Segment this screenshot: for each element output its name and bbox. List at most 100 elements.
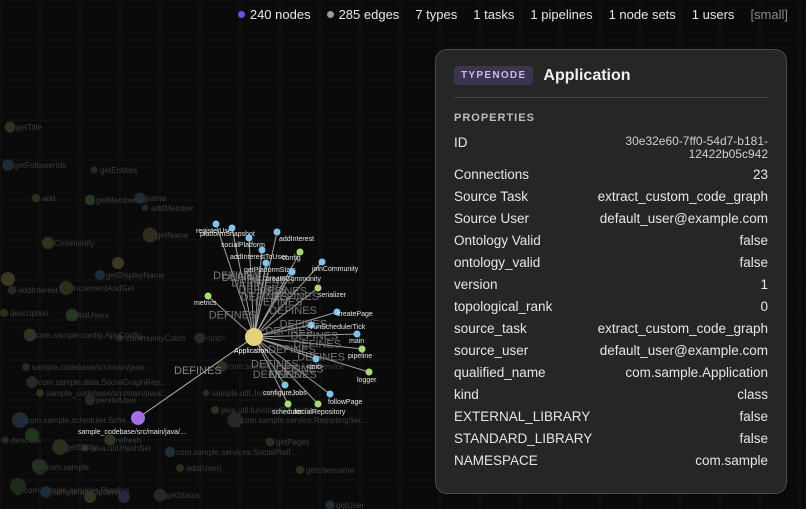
background-node-label: Community (54, 239, 94, 248)
background-node[interactable] (32, 459, 44, 471)
background-node[interactable] (153, 488, 167, 502)
file-node-label: sample_codebase/src/main/java/... (78, 429, 186, 436)
background-node-label: getName (156, 231, 189, 240)
graph-node[interactable] (326, 390, 334, 398)
graph-node[interactable] (314, 284, 322, 292)
file-node[interactable] (131, 411, 145, 425)
graph-node-label: createCommunity (266, 276, 321, 283)
background-node[interactable] (1, 436, 9, 444)
property-key: topological_rank (454, 299, 553, 314)
background-node[interactable] (22, 363, 30, 371)
graph-stats-bar: 240 nodes 285 edges 7 types 1 tasks 1 pi… (237, 0, 806, 28)
background-node[interactable] (26, 376, 38, 388)
property-row: kind class (454, 384, 768, 406)
property-key: ID (454, 135, 468, 150)
background-node-label: getDisplayName (106, 271, 165, 280)
background-node[interactable] (295, 465, 305, 475)
background-node[interactable] (31, 193, 41, 203)
background-node[interactable] (164, 446, 176, 458)
background-node[interactable] (112, 257, 124, 269)
background-node[interactable] (7, 285, 17, 295)
nodes-dot-icon (237, 10, 245, 18)
background-node[interactable] (40, 486, 52, 498)
graph-node[interactable] (314, 400, 322, 408)
graph-node[interactable] (365, 368, 373, 376)
background-node[interactable] (211, 406, 219, 414)
background-node[interactable] (2, 159, 14, 171)
graph-node[interactable] (318, 258, 326, 266)
background-node[interactable] (65, 308, 79, 322)
property-row: ontology_valid false (454, 252, 768, 274)
property-row: Connections 23 (454, 164, 768, 186)
property-row: Source Task extract_custom_code_graph (454, 186, 768, 208)
background-node[interactable] (176, 464, 184, 472)
background-node-label: <init> (206, 334, 226, 343)
property-row: NAMESPACE com.sample (454, 450, 768, 472)
property-value: default_user@example.com (599, 211, 768, 226)
edge-label: DEFINES (174, 365, 222, 377)
node-type-badge: TYPENODE (454, 66, 534, 85)
graph-node[interactable] (353, 330, 361, 338)
graph-node-label: getPlatformStats (244, 267, 296, 274)
background-node[interactable] (25, 428, 39, 442)
graph-node[interactable] (245, 234, 253, 242)
node-sets-count: 1 node sets (608, 6, 676, 22)
graph-node[interactable] (284, 400, 292, 408)
graph-node[interactable] (262, 259, 270, 267)
background-node-label: com.sample.data.SocialGraphRep... (38, 378, 167, 387)
graph-node[interactable] (288, 268, 296, 276)
node-title: Application (543, 66, 631, 84)
background-node[interactable] (84, 194, 96, 206)
property-value: false (739, 233, 768, 248)
background-node[interactable] (10, 478, 26, 494)
background-node[interactable] (23, 328, 37, 342)
graph-node[interactable] (258, 246, 266, 254)
edge-label: DEFINES (269, 305, 317, 317)
background-node[interactable] (84, 394, 96, 406)
selected-hub-node[interactable] (245, 328, 263, 346)
background-node[interactable] (4, 121, 16, 133)
graph-node[interactable] (281, 381, 289, 389)
graph-node-label: addInterest (279, 236, 314, 243)
background-node[interactable] (0, 308, 9, 318)
graph-node[interactable] (358, 345, 366, 353)
property-key: source_user (454, 343, 529, 358)
background-node[interactable] (94, 269, 106, 281)
background-node[interactable] (118, 491, 130, 503)
background-node[interactable] (36, 389, 44, 397)
graph-node-label: <init> (306, 364, 323, 371)
background-node-label: com.sample.config.AppConfig (36, 331, 142, 340)
background-node[interactable] (325, 500, 335, 509)
property-key: qualified_name (454, 365, 546, 380)
graph-node[interactable] (312, 355, 320, 363)
background-node[interactable] (42, 237, 54, 249)
graph-node[interactable] (273, 228, 281, 236)
background-node[interactable] (202, 389, 210, 397)
background-node[interactable] (265, 437, 275, 447)
background-node[interactable] (194, 332, 206, 344)
background-node[interactable] (59, 281, 73, 295)
property-key: Source User (454, 211, 530, 226)
graph-node-label: config (282, 255, 301, 262)
background-node[interactable] (134, 192, 146, 204)
background-node-label: listUsers (78, 311, 109, 320)
property-key: NAMESPACE (454, 453, 538, 468)
background-node-label: sample.codebase/src/main/java... (32, 363, 151, 372)
graph-node-label: socialPlatform (221, 242, 265, 249)
property-value: 30e32e60-7ff0-54d7-b181-12422b05c942 (625, 134, 768, 161)
background-node-label: getStatus (166, 491, 200, 500)
properties-list: ID 30e32e60-7ff0-54d7-b181-12422b05c942 Co… (454, 132, 768, 472)
graph-node[interactable] (212, 220, 220, 228)
background-node[interactable] (81, 444, 89, 452)
background-node[interactable] (90, 166, 98, 174)
graph-node-label: joinCommunity (311, 266, 359, 273)
background-node[interactable] (1, 272, 15, 286)
graph-node[interactable] (204, 292, 212, 300)
background-node[interactable] (141, 204, 149, 212)
property-value: extract_custom_code_graph (597, 321, 768, 336)
property-key: STANDARD_LIBRARY (454, 431, 593, 446)
background-node[interactable] (84, 491, 96, 503)
users-count: 1 users (691, 6, 735, 22)
background-node-label: getTitle (16, 123, 42, 132)
property-value: 23 (752, 167, 768, 182)
